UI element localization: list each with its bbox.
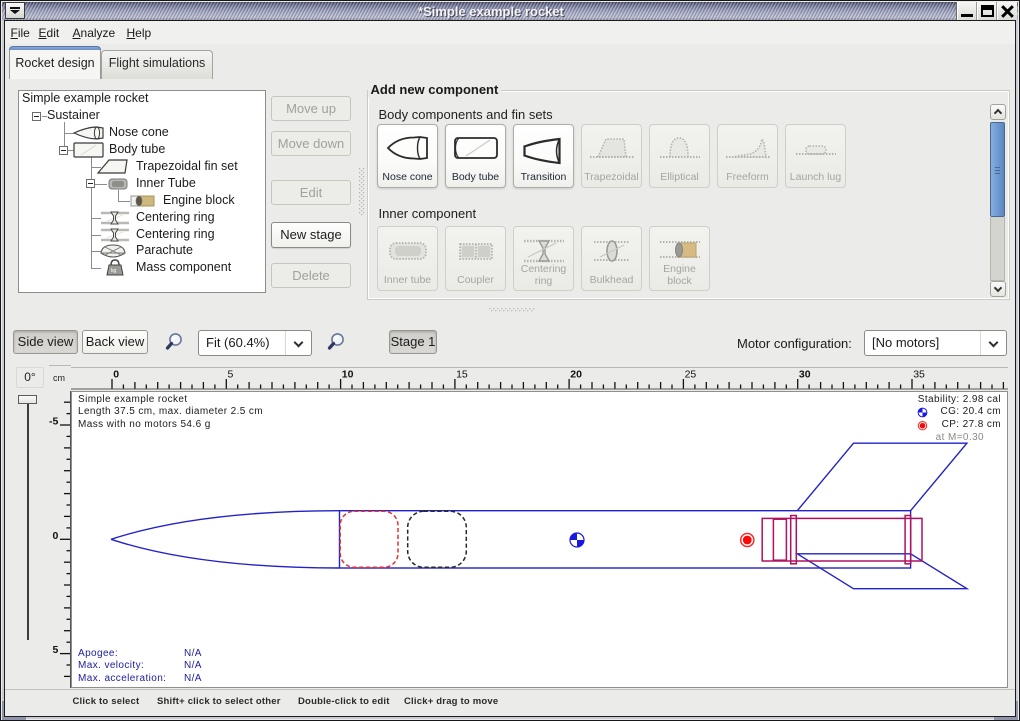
svg-text:0: 0 — [113, 369, 119, 381]
svg-text:0: 0 — [53, 530, 59, 542]
svg-text:-5: -5 — [49, 416, 58, 428]
svg-text:35: 35 — [913, 369, 925, 381]
svg-text:20: 20 — [570, 369, 582, 381]
svg-text:kg: kg — [111, 268, 117, 274]
svg-text:5: 5 — [53, 644, 59, 656]
svg-text:15: 15 — [456, 369, 468, 381]
svg-text:5: 5 — [228, 369, 234, 381]
svg-text:30: 30 — [799, 369, 811, 381]
svg-text:25: 25 — [685, 369, 697, 381]
svg-text:10: 10 — [342, 369, 354, 381]
